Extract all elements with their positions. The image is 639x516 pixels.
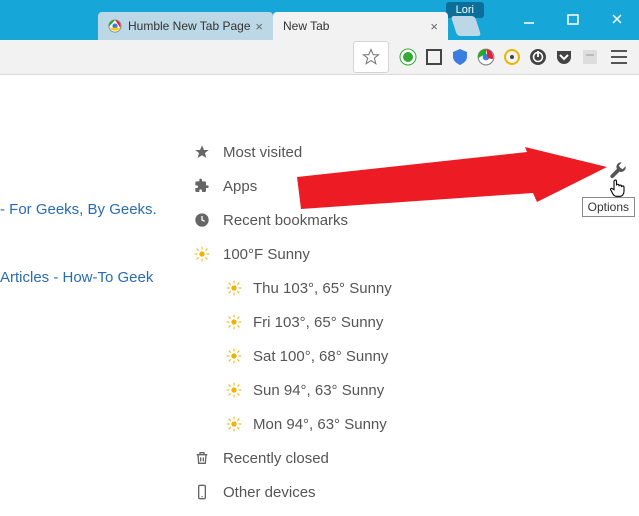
close-tab-icon[interactable]: × <box>255 19 263 34</box>
section-label: Recent bookmarks <box>223 212 348 229</box>
new-tab-sections: Most visited Apps Recent bookmarks 100°F… <box>191 135 392 509</box>
tab-new-tab[interactable]: New Tab × <box>273 12 448 40</box>
forecast-item[interactable]: Fri 103°, 65° Sunny <box>223 305 392 339</box>
forecast-label: Sun 94°, 63° Sunny <box>253 382 384 399</box>
tab-spacer <box>0 12 98 40</box>
puzzle-icon <box>191 178 213 194</box>
extension-pocket-icon[interactable] <box>551 42 577 72</box>
forecast-label: Fri 103°, 65° Sunny <box>253 314 383 331</box>
forecast-item[interactable]: Mon 94°, 63° Sunny <box>223 407 392 441</box>
forecast-item[interactable]: Thu 103°, 65° Sunny <box>223 271 392 305</box>
forecast-item[interactable]: Sun 94°, 63° Sunny <box>223 373 392 407</box>
maximize-button[interactable] <box>551 6 595 32</box>
section-weather[interactable]: 100°F Sunny <box>191 237 392 271</box>
section-most-visited[interactable]: Most visited <box>191 135 392 169</box>
extension-shield-icon[interactable] <box>447 42 473 72</box>
section-other-devices[interactable]: Other devices <box>191 475 392 509</box>
device-icon <box>191 484 213 500</box>
tab-humble-new-tab[interactable]: Humble New Tab Page × <box>98 12 273 40</box>
tab-strip: Lori Humble New Tab Page × New Tab × <box>0 10 639 40</box>
tab-title: New Tab <box>283 19 426 33</box>
close-tab-icon[interactable]: × <box>430 19 438 34</box>
star-icon <box>191 144 213 160</box>
bookmark-link-fragment[interactable]: - For Geeks, By Geeks. <box>0 201 157 218</box>
sun-icon <box>223 382 245 398</box>
extension-icons <box>395 42 603 72</box>
clock-icon <box>191 212 213 228</box>
tab-title: Humble New Tab Page <box>128 19 251 33</box>
forecast-list: Thu 103°, 65° Sunny Fri 103°, 65° Sunny … <box>223 271 392 441</box>
close-window-button[interactable] <box>595 6 639 32</box>
section-recent-bookmarks[interactable]: Recent bookmarks <box>191 203 392 237</box>
page-content: - For Geeks, By Geeks. Articles - How-To… <box>0 75 639 516</box>
bookmark-link-fragment[interactable]: Articles - How-To Geek <box>0 269 153 286</box>
browser-toolbar <box>0 40 639 75</box>
sun-icon <box>223 314 245 330</box>
section-label: Apps <box>223 178 257 195</box>
new-tab-button[interactable] <box>451 16 481 36</box>
sun-icon <box>223 416 245 432</box>
sun-icon <box>223 348 245 364</box>
section-label: Other devices <box>223 484 316 501</box>
forecast-label: Thu 103°, 65° Sunny <box>253 280 392 297</box>
bookmark-star-button[interactable] <box>353 41 389 73</box>
chrome-menu-button[interactable] <box>605 42 633 72</box>
sun-icon <box>191 246 213 262</box>
sun-icon <box>223 280 245 296</box>
section-label: Recently closed <box>223 450 329 467</box>
favicon-icon <box>108 19 122 33</box>
extension-power-icon[interactable] <box>525 42 551 72</box>
window-controls <box>507 6 639 32</box>
section-apps[interactable]: Apps <box>191 169 392 203</box>
section-label: Most visited <box>223 144 302 161</box>
section-label: 100°F Sunny <box>223 246 310 263</box>
forecast-label: Sat 100°, 68° Sunny <box>253 348 388 365</box>
extension-square-icon[interactable] <box>421 42 447 72</box>
options-tooltip: Options <box>582 197 635 217</box>
extension-grey-icon[interactable] <box>577 42 603 72</box>
trash-icon <box>191 450 213 466</box>
minimize-button[interactable] <box>507 6 551 32</box>
extension-circle-icon[interactable] <box>499 42 525 72</box>
section-recently-closed[interactable]: Recently closed <box>191 441 392 475</box>
forecast-label: Mon 94°, 63° Sunny <box>253 416 387 433</box>
extension-adblock-icon[interactable] <box>395 42 421 72</box>
forecast-item[interactable]: Sat 100°, 68° Sunny <box>223 339 392 373</box>
extension-chrome-icon[interactable] <box>473 42 499 72</box>
